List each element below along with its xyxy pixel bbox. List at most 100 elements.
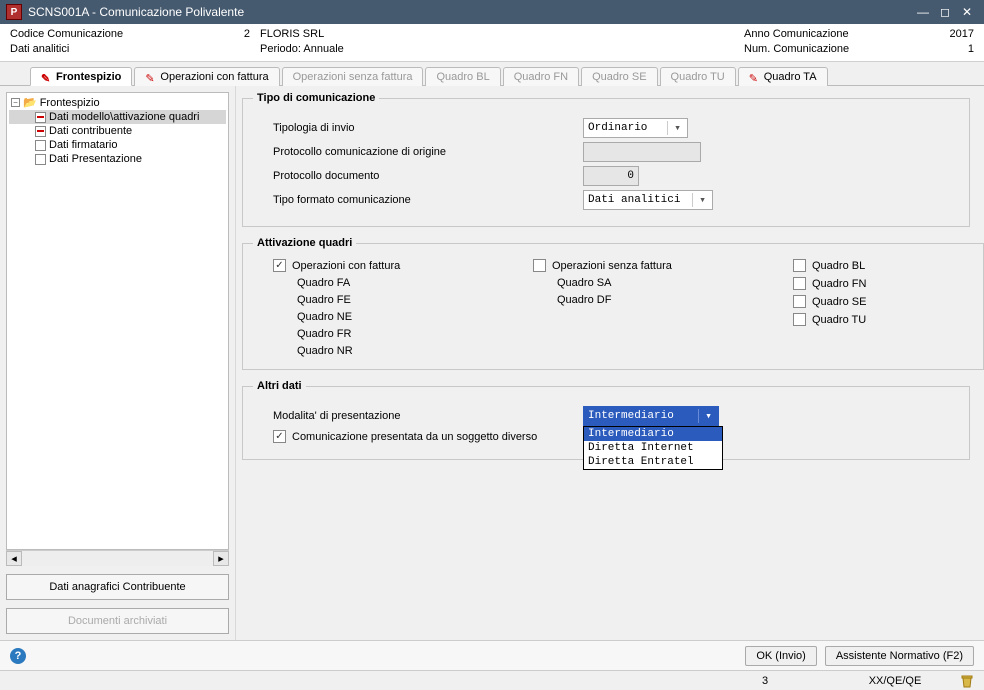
- dropdown-option[interactable]: Diretta Entratel: [584, 455, 722, 469]
- left-panel: − 📂 Frontespizio Dati modello\attivazion…: [0, 86, 236, 640]
- protocollo-origine-label: Protocollo comunicazione di origine: [253, 146, 583, 158]
- tree-item-label: Dati modello\attivazione quadri: [49, 111, 199, 123]
- pencil-icon: ✎: [41, 72, 51, 82]
- check-quadro-se[interactable]: Quadro SE: [793, 295, 973, 308]
- tree-item-label: Dati contribuente: [49, 125, 132, 137]
- select-value: Ordinario: [588, 122, 647, 134]
- modalita-dropdown-list[interactable]: Intermediario Diretta Internet Diretta E…: [583, 426, 723, 470]
- formato-select[interactable]: Dati analitici ▾: [583, 190, 713, 210]
- checkbox-icon[interactable]: [273, 430, 286, 443]
- check-quadro-bl[interactable]: Quadro BL: [793, 259, 973, 272]
- codice-value: 2: [200, 28, 260, 40]
- window-title: SCNS001A - Comunicazione Polivalente: [28, 5, 244, 19]
- field-value: 0: [627, 170, 634, 182]
- collapse-icon[interactable]: −: [11, 98, 20, 107]
- diverso-label: Comunicazione presentata da un soggetto …: [292, 431, 537, 443]
- tab-quadro-bl[interactable]: Quadro BL: [425, 67, 500, 86]
- check-label: Quadro BL: [812, 260, 865, 272]
- button-label: Documenti archiviati: [68, 615, 167, 627]
- tab-label: Operazioni con fattura: [160, 71, 268, 83]
- file-icon: [35, 154, 46, 165]
- modalita-label: Modalita' di presentazione: [253, 410, 583, 422]
- scroll-left-icon[interactable]: ◂: [6, 551, 22, 566]
- check-operazioni-con-fattura[interactable]: Operazioni con fattura: [273, 259, 533, 272]
- select-value: Intermediario: [588, 410, 674, 422]
- scroll-right-icon[interactable]: ▸: [213, 551, 229, 566]
- tab-quadro-fn[interactable]: Quadro FN: [503, 67, 579, 86]
- tab-label: Quadro FN: [514, 71, 568, 83]
- check-quadro-fn[interactable]: Quadro FN: [793, 277, 973, 290]
- tab-label: Quadro SE: [592, 71, 646, 83]
- quadro-fe-label: Quadro FE: [273, 294, 351, 306]
- tab-quadro-se[interactable]: Quadro SE: [581, 67, 657, 86]
- tree-item-label: Dati firmatario: [49, 139, 117, 151]
- tab-label: Quadro TU: [671, 71, 725, 83]
- quadro-nr-label: Quadro NR: [273, 345, 353, 357]
- checkbox-icon: [533, 259, 546, 272]
- tab-operazioni-senza-fattura[interactable]: Operazioni senza fattura: [282, 67, 424, 86]
- tipologia-label: Tipologia di invio: [253, 122, 583, 134]
- ok-button[interactable]: OK (Invio): [745, 646, 817, 666]
- tree-item-dati-modello[interactable]: Dati modello\attivazione quadri: [9, 110, 226, 124]
- close-button[interactable]: ✕: [956, 5, 978, 19]
- num-value: 1: [914, 43, 974, 55]
- tree-root[interactable]: − 📂 Frontespizio: [9, 95, 226, 110]
- tab-label: Quadro TA: [764, 71, 817, 83]
- chevron-down-icon: ▾: [692, 193, 708, 207]
- quadro-df-label: Quadro DF: [533, 294, 611, 306]
- status-bar: 3 XX/QE/QE: [0, 670, 984, 690]
- scroll-track[interactable]: [22, 551, 213, 566]
- main-form: Tipo di comunicazione Tipologia di invio…: [236, 86, 984, 640]
- dati-anagrafici-button[interactable]: Dati anagrafici Contribuente: [6, 574, 229, 600]
- dropdown-option[interactable]: Intermediario: [584, 427, 722, 441]
- chevron-down-icon: ▾: [667, 121, 683, 135]
- check-operazioni-senza-fattura[interactable]: Operazioni senza fattura: [533, 259, 793, 272]
- codice-label: Codice Comunicazione: [10, 28, 200, 40]
- tab-frontespizio[interactable]: ✎ Frontespizio: [30, 67, 132, 86]
- tree-root-label: Frontespizio: [40, 97, 100, 109]
- formato-label: Tipo formato comunicazione: [253, 194, 583, 206]
- tree-item-label: Dati Presentazione: [49, 153, 142, 165]
- group-legend: Altri dati: [253, 380, 306, 392]
- tree-hscrollbar[interactable]: ◂ ▸: [6, 550, 229, 566]
- tree-item-dati-contribuente[interactable]: Dati contribuente: [9, 124, 226, 138]
- company-name: FLORIS SRL: [260, 28, 744, 40]
- check-label: Operazioni con fattura: [292, 260, 400, 272]
- status-seg-2: XX/QE/QE: [830, 675, 960, 687]
- dropdown-option[interactable]: Diretta Internet: [584, 441, 722, 455]
- file-icon: [35, 140, 46, 151]
- tree-item-dati-presentazione[interactable]: Dati Presentazione: [9, 152, 226, 166]
- group-legend: Attivazione quadri: [253, 237, 356, 249]
- periodo-label: Periodo: Annuale: [260, 43, 744, 55]
- checkbox-icon: [793, 259, 806, 272]
- tab-label: Quadro BL: [436, 71, 489, 83]
- tab-operazioni-con-fattura[interactable]: ✎ Operazioni con fattura: [134, 67, 279, 86]
- dati-label: Dati analitici: [10, 43, 200, 55]
- tipologia-select[interactable]: Ordinario ▾: [583, 118, 688, 138]
- assistente-normativo-button[interactable]: Assistente Normativo (F2): [825, 646, 974, 666]
- check-label: Quadro FN: [812, 278, 866, 290]
- protocollo-documento-label: Protocollo documento: [253, 170, 583, 182]
- maximize-button[interactable]: ◻: [934, 5, 956, 19]
- tab-label: Operazioni senza fattura: [293, 71, 413, 83]
- tab-quadro-ta[interactable]: ✎ Quadro TA: [738, 67, 828, 86]
- checkbox-icon: [273, 259, 286, 272]
- minimize-button[interactable]: —: [912, 5, 934, 19]
- documenti-archiviati-button[interactable]: Documenti archiviati: [6, 608, 229, 634]
- help-icon[interactable]: ?: [10, 648, 26, 664]
- trash-icon[interactable]: [960, 674, 974, 688]
- tree-item-dati-firmatario[interactable]: Dati firmatario: [9, 138, 226, 152]
- tree-view[interactable]: − 📂 Frontespizio Dati modello\attivazion…: [6, 92, 229, 550]
- check-quadro-tu[interactable]: Quadro TU: [793, 313, 973, 326]
- tab-quadro-tu[interactable]: Quadro TU: [660, 67, 736, 86]
- title-bar: P SCNS001A - Comunicazione Polivalente —…: [0, 0, 984, 24]
- file-icon: [35, 126, 46, 137]
- check-label: Quadro SE: [812, 296, 866, 308]
- quadro-fa-label: Quadro FA: [273, 277, 350, 289]
- modalita-select[interactable]: Intermediario ▾: [583, 406, 719, 426]
- checkbox-icon: [793, 295, 806, 308]
- check-label: Operazioni senza fattura: [552, 260, 672, 272]
- group-legend: Tipo di comunicazione: [253, 92, 379, 104]
- checkbox-icon: [793, 313, 806, 326]
- select-value: Dati analitici: [588, 194, 680, 206]
